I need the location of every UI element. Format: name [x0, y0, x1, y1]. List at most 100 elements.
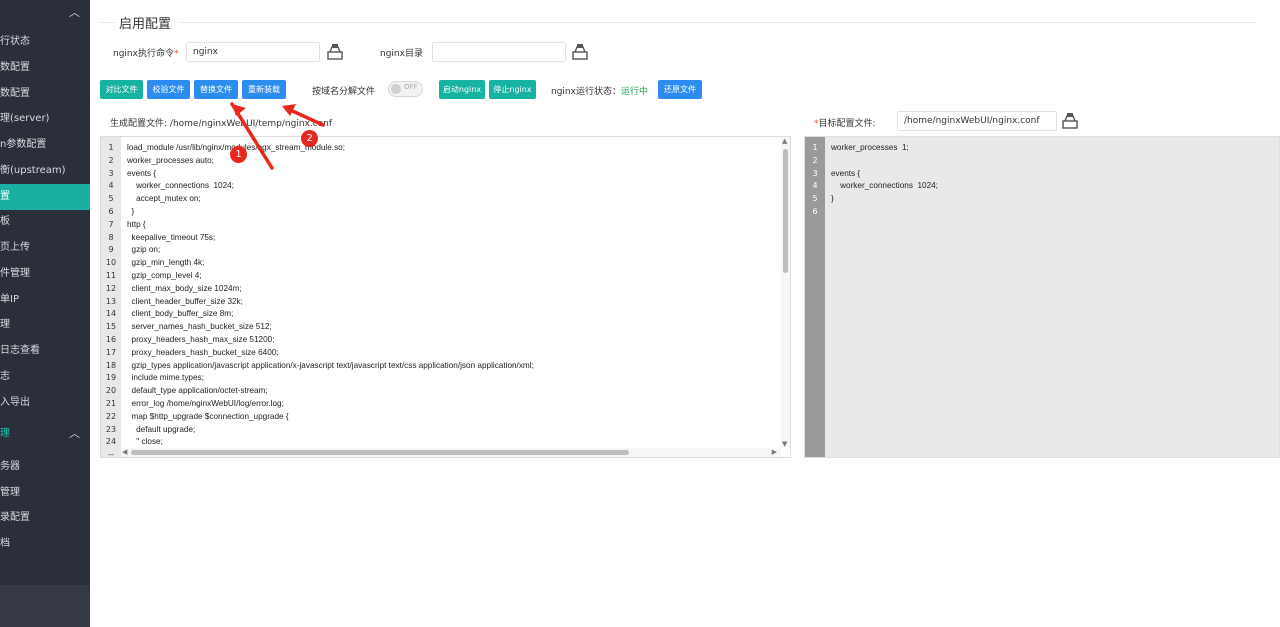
sidebar-item[interactable]: 数配置 [0, 81, 90, 107]
target-config-label: *目标配置文件: [814, 119, 876, 129]
generated-config-label: 生成配置文件: /home/nginxWebUI/temp/nginx.conf [110, 119, 333, 129]
line-number: 5 [108, 194, 114, 204]
code-line: events { [831, 168, 861, 178]
nginx-status-value: 运行中 [620, 87, 648, 97]
replace-file-button[interactable]: 替换文件 [194, 80, 238, 99]
sidebar-item[interactable]: 入导出 [0, 390, 90, 416]
toggle-knob [391, 84, 401, 94]
line-number: 3 [108, 168, 114, 178]
nginx-dir-input[interactable] [432, 42, 566, 62]
select-target-file-icon[interactable] [1061, 112, 1079, 130]
line-number: 21 [105, 398, 117, 408]
target-config-editor[interactable]: 1 2 3 4 5 6 worker_processes 1; events { work… [804, 136, 1280, 458]
target-config-path-input[interactable]: /home/nginxWebUI/nginx.conf [897, 111, 1057, 131]
code-line: gzip_min_length 4k; [127, 258, 205, 268]
line-number: 8 [108, 232, 114, 242]
line-number: 18 [105, 360, 117, 370]
sidebar-item[interactable]: 行状态 [0, 29, 90, 55]
main-content: 启用配置 nginx执行命令* nginx nginx目录 对比文件 校验文件 … [90, 0, 1280, 627]
line-number: 1 [108, 143, 114, 152]
horizontal-scrollbar[interactable]: ◀ ▶ [121, 448, 781, 457]
line-number: 6 [108, 206, 114, 216]
code-line: keepalive_timeout 75s; [127, 232, 216, 242]
code-content[interactable]: load_module /usr/lib/nginx/modules/ngx_s… [127, 142, 534, 449]
scroll-left-icon[interactable]: ◀ [122, 448, 127, 456]
sidebar-item[interactable]: 页上传 [0, 235, 90, 261]
sidebar-item[interactable]: 件管理 [0, 261, 90, 287]
select-folder-icon[interactable] [571, 43, 589, 61]
code-line: client_body_buffer_size 8m; [127, 309, 234, 319]
code-line: worker_processes auto; [127, 155, 214, 165]
sidebar-item[interactable]: 单IP [0, 287, 90, 313]
line-number: 17 [105, 347, 117, 357]
nginx-cmd-label: nginx执行命令* [113, 49, 179, 59]
line-number: 4 [812, 181, 818, 191]
chevron-up-icon[interactable]: ︿ [69, 421, 80, 447]
line-number: 2 [108, 155, 114, 165]
sidebar-sub-item[interactable]: 管理 [0, 480, 90, 506]
line-number: 23 [105, 424, 117, 434]
code-line: default upgrade; [127, 424, 196, 434]
line-number: 14 [105, 309, 117, 319]
annotation-badge-2: 2 [301, 130, 318, 147]
generated-config-editor[interactable]: 1 2 3 4 5 6 7 8 9 10 11 12 13 14 15 16 17 18 19 20 21 22 23 24-… [100, 136, 791, 458]
line-numbers: 1 2 3 4 5 6 7 8 9 10 11 12 13 14 15 16 17 18 19 20 21 22 23 24-… [101, 142, 121, 458]
split-by-domain-toggle[interactable]: OFF [388, 81, 423, 97]
line-numbers: 1 2 3 4 5 6 [805, 142, 825, 219]
line-number: 4 [108, 181, 114, 191]
scrollbar-thumb[interactable] [783, 149, 788, 273]
code-content[interactable]: worker_processes 1; events { worker_conn… [831, 142, 938, 219]
start-nginx-button[interactable]: 启动nginx [439, 80, 485, 99]
code-line: error_log /home/nginxWebUI/log/error.log… [127, 398, 284, 408]
sidebar-top: ︿ [0, 0, 90, 22]
sidebar-sub-item[interactable]: 档 [0, 531, 90, 557]
code-line: http { [127, 219, 146, 229]
sidebar-item[interactable]: 理 [0, 312, 90, 338]
sidebar-item[interactable]: 志 [0, 364, 90, 390]
code-line: client_header_buffer_size 32k; [127, 296, 243, 306]
chevron-up-icon[interactable]: ︿ [69, 4, 80, 20]
line-number: -- [108, 450, 114, 458]
scrollbar-thumb[interactable] [131, 450, 629, 455]
sidebar-item[interactable]: 置 [0, 184, 90, 210]
line-number: 2 [812, 155, 818, 165]
scroll-right-icon[interactable]: ▶ [772, 448, 777, 456]
stop-nginx-button[interactable]: 停止nginx [489, 80, 536, 99]
compare-file-button[interactable]: 对比文件 [100, 80, 143, 99]
line-number: 3 [812, 168, 818, 178]
split-by-domain-label: 按域名分解文件 [312, 87, 376, 97]
sidebar-item[interactable]: 板 [0, 209, 90, 235]
select-file-icon[interactable] [326, 43, 344, 61]
code-line: server_names_hash_bucket_size 512; [127, 322, 272, 332]
nginx-status: nginx运行状态：运行中 [551, 84, 648, 97]
sidebar-item[interactable]: 数配置 [0, 55, 90, 81]
code-line: load_module /usr/lib/nginx/modules/ngx_s… [127, 143, 346, 152]
vertical-scrollbar[interactable]: ▲ ▼ [781, 137, 790, 448]
nginx-status-label: nginx运行状态： [551, 87, 621, 97]
generated-config-path: /home/nginxWebUI/temp/nginx.conf [169, 119, 333, 129]
section-title: 启用配置 [119, 17, 172, 32]
restore-file-button[interactable]: 还原文件 [658, 80, 702, 99]
sidebar-item[interactable]: 衡(upstream) [0, 158, 90, 184]
validate-file-button[interactable]: 校验文件 [147, 80, 190, 99]
scroll-up-icon[interactable]: ▲ [782, 137, 787, 145]
code-line: gzip on; [127, 245, 161, 255]
toggle-state: OFF [404, 83, 418, 91]
divider [180, 22, 1255, 23]
sidebar-item[interactable]: 日志查看 [0, 338, 90, 364]
sidebar-item[interactable]: 理(server) [0, 106, 90, 132]
scroll-down-icon[interactable]: ▼ [782, 440, 787, 448]
sidebar: ︿ 行状态 数配置 数配置 理(server) n参数配置 衡(upstream) 置板页上… [0, 0, 90, 627]
sidebar-item[interactable]: n参数配置 [0, 132, 90, 158]
code-line: worker_connections 1024; [831, 181, 938, 191]
reload-button[interactable]: 重新装载 [242, 80, 286, 99]
nginx-cmd-input[interactable]: nginx [186, 42, 320, 62]
sidebar-sub-item[interactable]: 录配置 [0, 505, 90, 531]
sidebar-sub-item[interactable]: 务器 [0, 454, 90, 480]
annotation-badge-1: 1 [230, 146, 247, 163]
nginx-dir-label: nginx目录 [380, 49, 423, 59]
sidebar-group[interactable]: 理 ︿ [0, 421, 90, 447]
code-line: } [127, 206, 135, 216]
code-line: default_type application/octet-stream; [127, 386, 268, 396]
